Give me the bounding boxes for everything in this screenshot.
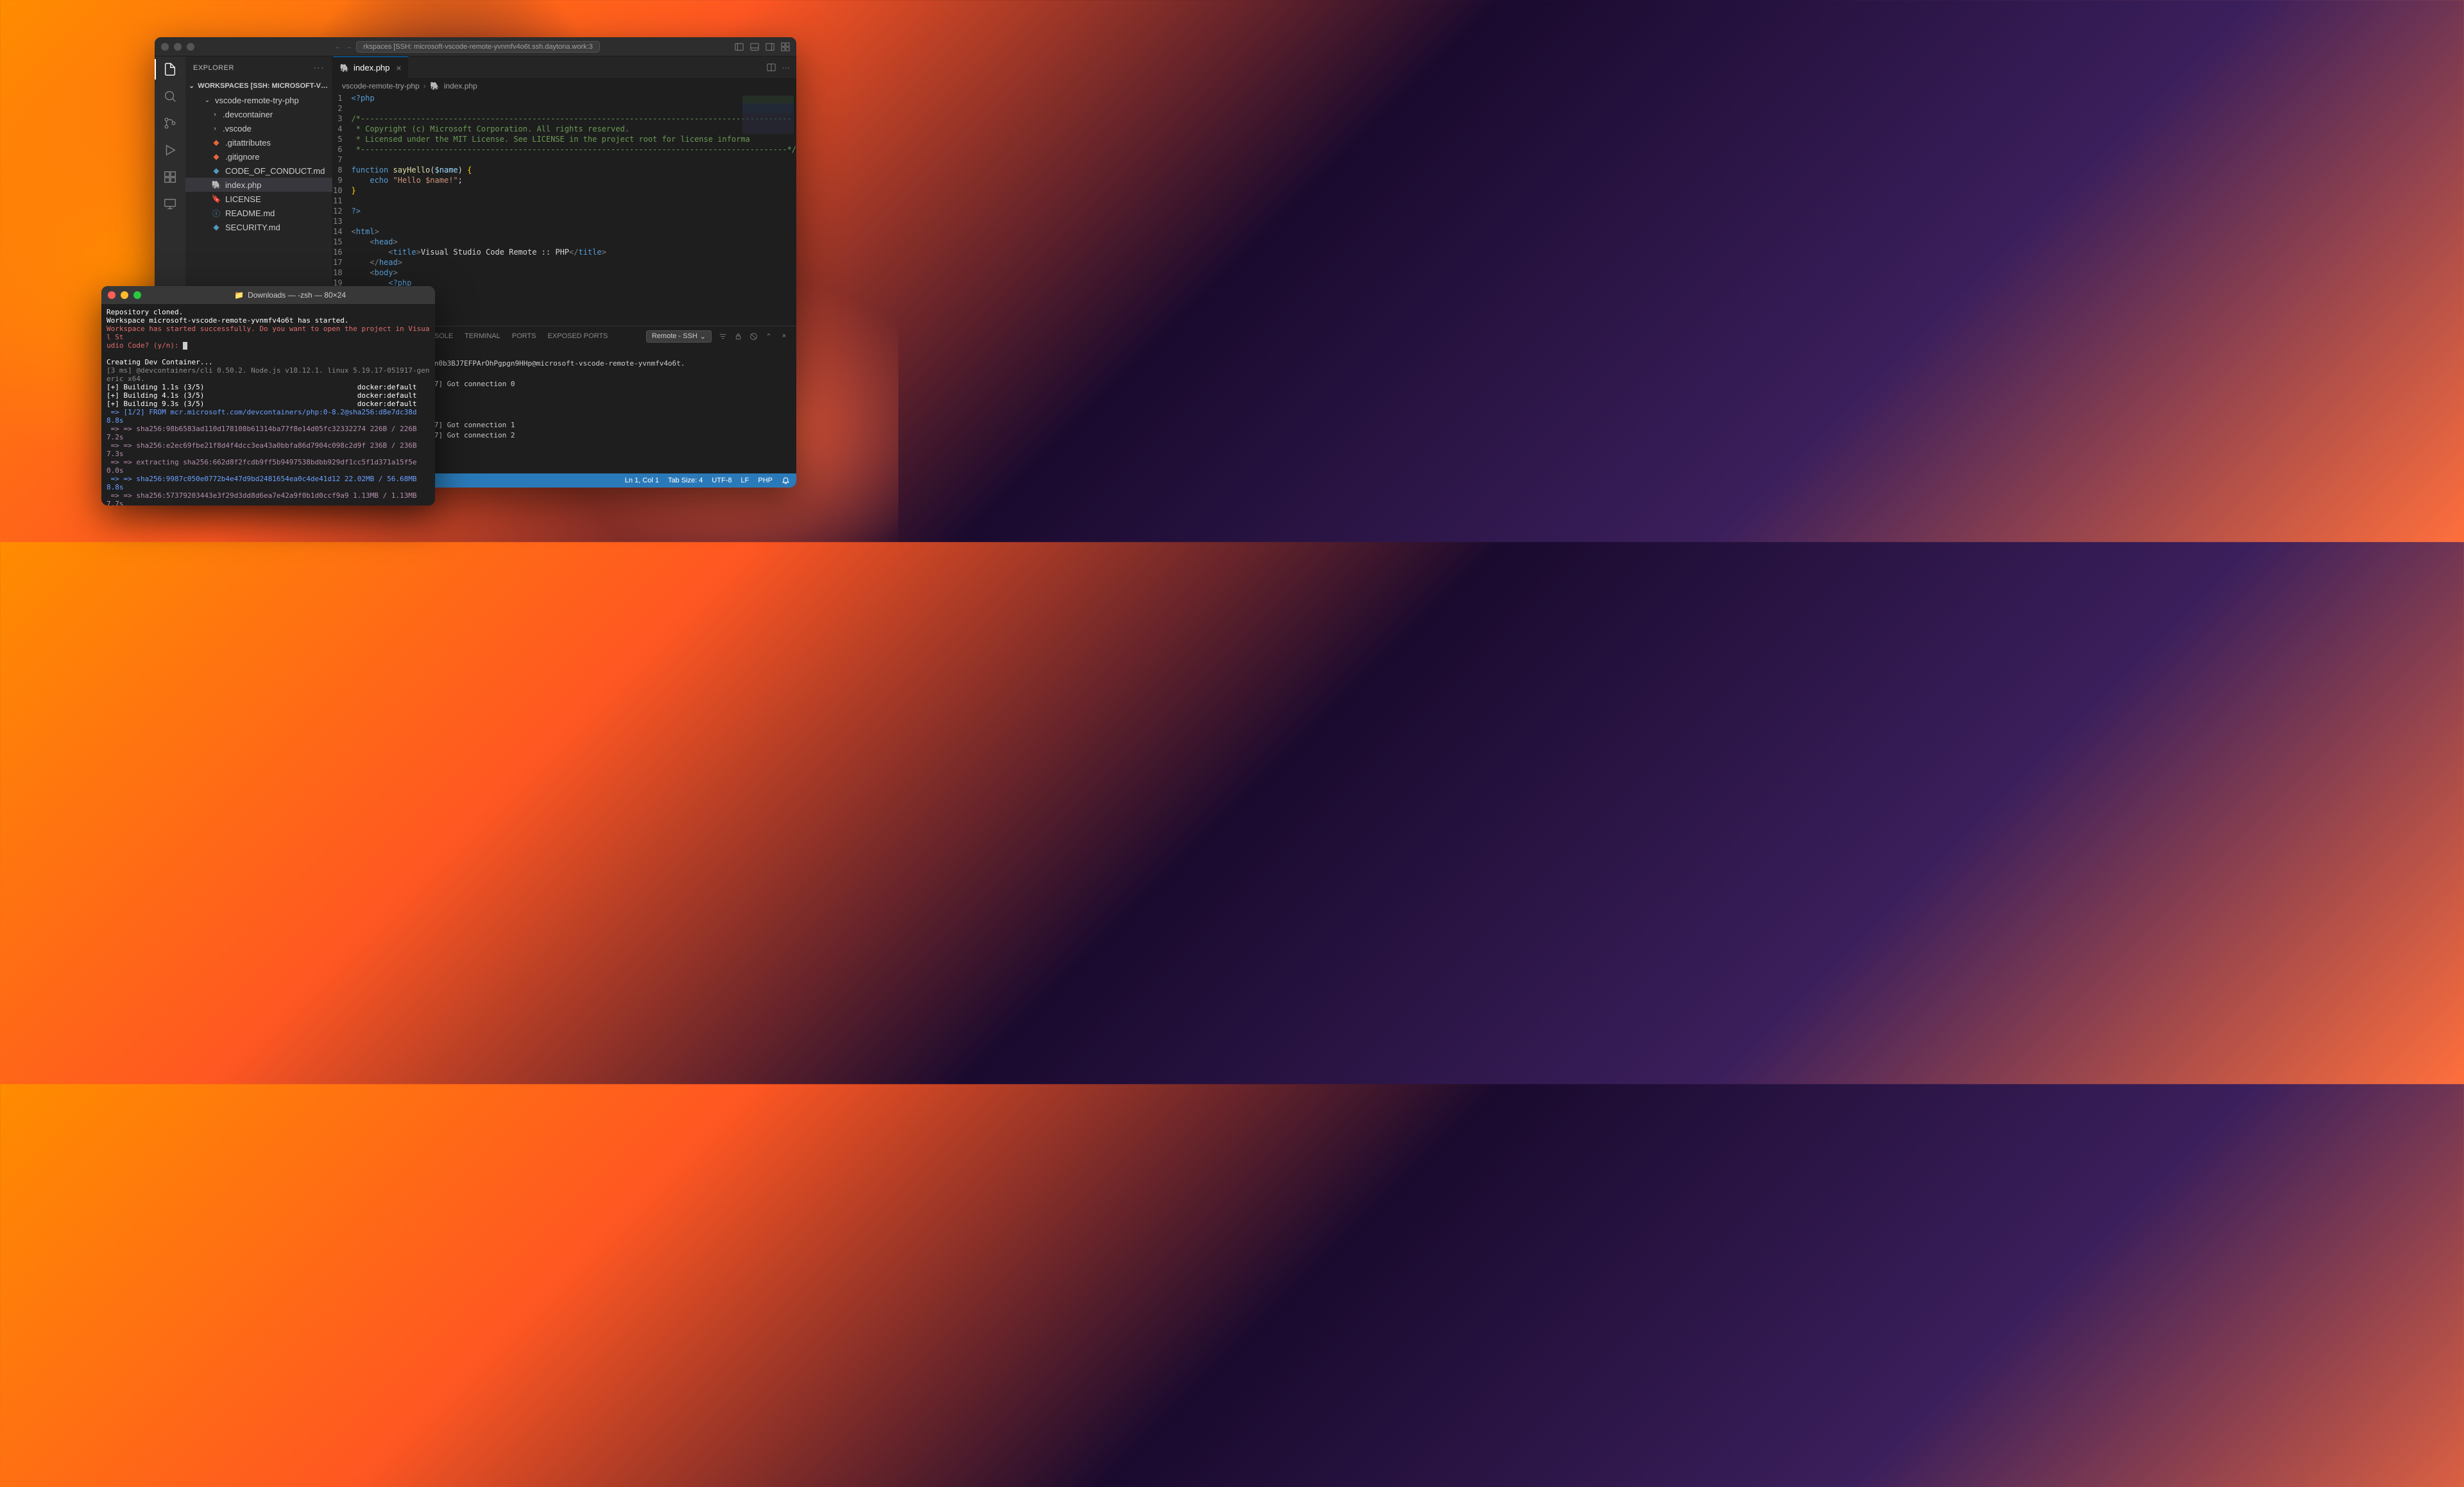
terminal-titlebar: 📁 Downloads — -zsh — 80×24	[101, 286, 435, 304]
output-channel-dropdown[interactable]: Remote - SSH ⌄	[646, 330, 712, 343]
explorer-icon[interactable]	[162, 62, 178, 77]
md-file-icon: ◆	[211, 222, 221, 232]
toggle-panel-icon[interactable]	[750, 42, 759, 51]
tree-file[interactable]: ◆ .gitignore	[185, 149, 332, 164]
panel-tab-terminal[interactable]: TERMINAL	[465, 332, 501, 340]
tree-item-label: index.php	[225, 180, 261, 190]
tab-label: index.php	[354, 63, 389, 72]
minimize-window-icon[interactable]	[121, 291, 128, 299]
sidebar-section[interactable]: ⌄ WORKSPACES [SSH: MICROSOFT-VSCO...	[185, 79, 332, 93]
dropdown-label: Remote - SSH	[652, 332, 697, 340]
file-tree: ⌄ vscode-remote-try-php › .devcontainer ›.…	[185, 93, 332, 234]
titlebar-center: ← → rkspaces [SSH: microsoft-vscode-remo…	[205, 41, 730, 53]
command-center[interactable]: rkspaces [SSH: microsoft-vscode-remote-y…	[356, 41, 600, 53]
php-file-icon: 🐘	[211, 180, 221, 190]
close-panel-icon[interactable]: ×	[780, 332, 789, 341]
chevron-down-icon: ⌄	[188, 83, 195, 90]
close-tab-icon[interactable]: ×	[396, 63, 401, 73]
php-file-icon: 🐘	[430, 81, 440, 91]
status-encoding[interactable]: UTF-8	[712, 477, 732, 484]
panel-tab-ports[interactable]: PORTS	[512, 332, 536, 340]
run-debug-icon[interactable]	[162, 142, 178, 158]
breadcrumbs[interactable]: vscode-remote-try-php › 🐘 index.php	[333, 79, 796, 93]
git-file-icon: ◆	[211, 151, 221, 162]
sidebar-title: EXPLORER	[193, 64, 234, 72]
status-eol[interactable]: LF	[741, 477, 749, 484]
status-language[interactable]: PHP	[758, 477, 773, 484]
tree-file[interactable]: ⓘ README.md	[185, 206, 332, 220]
folder-label: vscode-remote-try-php	[215, 96, 299, 105]
cert-file-icon: 🔖	[211, 194, 221, 204]
terminal-output[interactable]: Repository cloned.Workspace microsoft-vs…	[101, 304, 435, 506]
php-file-icon: 🐘	[339, 63, 350, 73]
tree-item-label: SECURITY.md	[225, 223, 280, 232]
tree-item-label: .vscode	[223, 124, 252, 133]
editor-more-icon[interactable]: ···	[782, 63, 790, 72]
vscode-titlebar: ← → rkspaces [SSH: microsoft-vscode-remo…	[155, 37, 796, 56]
terminal-window: 📁 Downloads — -zsh — 80×24 Repository cl…	[101, 286, 435, 506]
chevron-down-icon: ⌄	[700, 332, 706, 341]
titlebar-layout-icons	[735, 42, 790, 51]
tree-file[interactable]: ◆ CODE_OF_CONDUCT.md	[185, 164, 332, 178]
folder-icon: 📁	[234, 291, 244, 300]
notifications-icon[interactable]	[782, 477, 790, 485]
tree-item-label: LICENSE	[225, 194, 261, 204]
panel-tab-exposed-ports[interactable]: EXPOSED PORTS	[547, 332, 608, 340]
tab-actions: ···	[767, 56, 796, 78]
tree-file[interactable]: 🐘 index.php	[185, 178, 332, 192]
maximize-window-icon[interactable]	[133, 291, 141, 299]
breadcrumb-file[interactable]: index.php	[444, 81, 477, 90]
status-tabsize[interactable]: Tab Size: 4	[668, 477, 703, 484]
info-file-icon: ⓘ	[211, 208, 221, 218]
terminal-title-label: Downloads — -zsh — 80×24	[248, 291, 346, 300]
tree-folder[interactable]: › .vscode	[185, 121, 332, 135]
toggle-secondary-sidebar-icon[interactable]	[766, 42, 774, 51]
window-controls	[161, 43, 194, 51]
tree-file[interactable]: ◆ SECURITY.md	[185, 220, 332, 234]
window-controls	[108, 291, 141, 299]
filter-icon[interactable]	[718, 332, 727, 341]
lock-scroll-icon[interactable]	[733, 332, 742, 341]
panel-actions: Remote - SSH ⌄ ⌃ ×	[646, 330, 789, 343]
tree-item-label: .gitignore	[225, 152, 259, 162]
md-file-icon: ◆	[211, 166, 221, 176]
sidebar-section-label: WORKSPACES [SSH: MICROSOFT-VSCO...	[198, 82, 332, 90]
tree-item-label: .devcontainer	[223, 110, 273, 119]
remote-explorer-icon[interactable]	[162, 196, 178, 212]
sidebar-header: EXPLORER ···	[185, 56, 332, 79]
search-icon[interactable]	[162, 89, 178, 104]
git-file-icon: ◆	[211, 137, 221, 148]
extensions-icon[interactable]	[162, 169, 178, 185]
minimize-window-icon[interactable]	[174, 43, 182, 51]
nav-forward-icon[interactable]: →	[345, 43, 352, 51]
chevron-right-icon: ›	[211, 125, 219, 132]
chevron-right-icon: ›	[424, 81, 426, 90]
close-window-icon[interactable]	[161, 43, 169, 51]
nav-back-icon[interactable]: ←	[334, 43, 341, 51]
terminal-title: 📁 Downloads — -zsh — 80×24	[151, 291, 429, 300]
breadcrumb-folder[interactable]: vscode-remote-try-php	[342, 81, 420, 90]
status-cursor[interactable]: Ln 1, Col 1	[625, 477, 659, 484]
maximize-window-icon[interactable]	[187, 43, 194, 51]
sidebar-more-icon[interactable]: ···	[314, 64, 325, 72]
tree-item-label: README.md	[225, 208, 275, 218]
chevron-down-icon: ⌄	[203, 97, 211, 104]
tree-file[interactable]: ◆ .gitattributes	[185, 135, 332, 149]
close-window-icon[interactable]	[108, 291, 116, 299]
editor-tabs: 🐘 index.php × ···	[333, 56, 796, 79]
editor-tab-index-php[interactable]: 🐘 index.php ×	[333, 56, 409, 78]
source-control-icon[interactable]	[162, 115, 178, 131]
customize-layout-icon[interactable]	[781, 42, 790, 51]
expand-panel-icon[interactable]: ⌃	[764, 332, 773, 341]
tree-item-label: .gitattributes	[225, 138, 271, 148]
tree-file[interactable]: 🔖 LICENSE	[185, 192, 332, 206]
chevron-right-icon: ›	[211, 111, 219, 118]
tree-folder[interactable]: › .devcontainer	[185, 107, 332, 121]
split-editor-icon[interactable]	[767, 63, 776, 72]
clear-output-icon[interactable]	[749, 332, 758, 341]
minimap-preview	[742, 96, 794, 134]
tree-item-label: CODE_OF_CONDUCT.md	[225, 166, 325, 176]
tree-folder-root[interactable]: ⌄ vscode-remote-try-php	[185, 93, 332, 107]
toggle-primary-sidebar-icon[interactable]	[735, 42, 744, 51]
